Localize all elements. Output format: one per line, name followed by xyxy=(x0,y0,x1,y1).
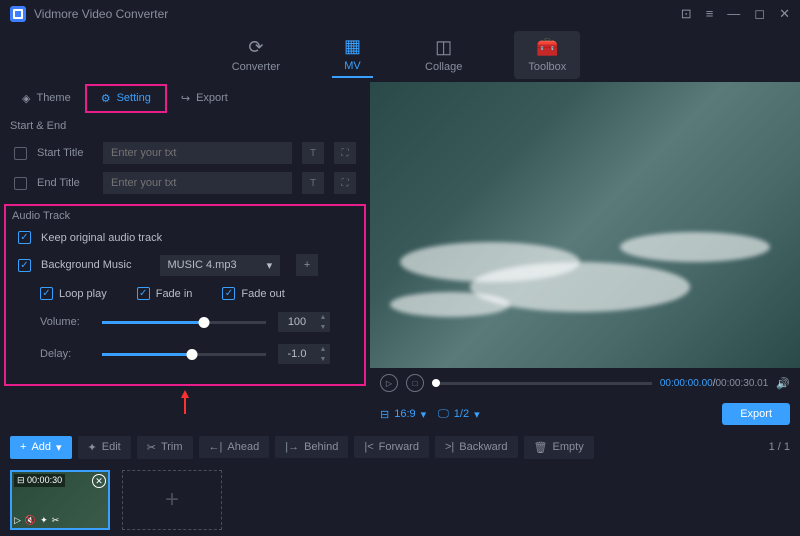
fade-out-checkbox[interactable] xyxy=(222,287,235,300)
edit-button[interactable]: ✦Edit xyxy=(78,436,131,459)
progress-bar[interactable] xyxy=(432,382,652,385)
start-title-expand-icon[interactable]: ⛶ xyxy=(334,142,356,164)
fade-out-label: Fade out xyxy=(241,288,284,300)
backward-icon: >| xyxy=(445,441,454,453)
stop-button[interactable]: □ xyxy=(406,374,424,392)
end-title-expand-icon[interactable]: ⛶ xyxy=(334,172,356,194)
remove-clip-button[interactable]: ✕ xyxy=(92,474,106,488)
export-button[interactable]: Export xyxy=(722,403,790,425)
start-title-checkbox[interactable] xyxy=(14,147,27,160)
tab-toolbox[interactable]: 🧰 Toolbox xyxy=(514,31,580,79)
maximize-icon[interactable]: ◻ xyxy=(754,6,765,22)
add-button[interactable]: + Add ▾ xyxy=(10,436,72,459)
start-title-font-icon[interactable]: T xyxy=(302,142,324,164)
end-title-font-icon[interactable]: T xyxy=(302,172,324,194)
trim-button[interactable]: ✂Trim xyxy=(137,436,193,459)
left-panel: ◈ Theme ⚙ Setting ↪ Export Start & End S… xyxy=(0,82,370,430)
theme-icon: ◈ xyxy=(22,92,30,105)
bg-music-label: Background Music xyxy=(41,259,132,271)
converter-icon: ⟳ xyxy=(248,37,263,58)
start-title-input[interactable] xyxy=(103,142,292,164)
chevron-down-icon: ▾ xyxy=(267,259,273,272)
loop-play-checkbox[interactable] xyxy=(40,287,53,300)
ahead-icon: ←| xyxy=(209,441,223,453)
volume-icon[interactable]: 🔊 xyxy=(776,377,790,390)
end-title-label: End Title xyxy=(37,177,93,189)
page-info: 1 / 1 xyxy=(769,441,790,453)
add-music-button[interactable]: + xyxy=(296,254,318,276)
forward-icon: |< xyxy=(364,441,373,453)
backward-button[interactable]: >|Backward xyxy=(435,436,518,458)
mv-icon: ▦ xyxy=(344,36,361,57)
fade-in-checkbox[interactable] xyxy=(137,287,150,300)
video-preview[interactable] xyxy=(370,82,800,368)
chevron-down-icon: ▾ xyxy=(421,408,427,421)
volume-up-icon[interactable]: ▲ xyxy=(316,312,330,322)
behind-button[interactable]: |→Behind xyxy=(275,436,348,458)
trash-icon: 🗑 xyxy=(534,441,548,454)
aspect-ratio-dropdown[interactable]: ⊟ 16:9 ▾ xyxy=(380,408,426,421)
thumbnail-strip: ⊟ 00:00:30 ✕ ▷ 🔇 ✦ ✂ + xyxy=(0,464,800,536)
feedback-icon[interactable]: ⊡ xyxy=(681,6,692,22)
annotation-arrow-icon xyxy=(0,386,370,418)
app-title: Vidmore Video Converter xyxy=(34,7,681,21)
bg-music-checkbox[interactable] xyxy=(18,259,31,272)
ahead-button[interactable]: ←|Ahead xyxy=(199,436,270,458)
audio-track-section: Audio Track Keep original audio track Ba… xyxy=(4,204,366,386)
display-icon: 🖵 xyxy=(438,408,449,421)
total-time: 00:00:30.01 xyxy=(715,378,768,389)
fade-in-label: Fade in xyxy=(156,288,193,300)
bottom-toolbar: + Add ▾ ✦Edit ✂Trim ←|Ahead |→Behind |<F… xyxy=(0,430,800,464)
minimize-icon[interactable]: ― xyxy=(727,6,740,22)
music-file-dropdown[interactable]: MUSIC 4.mp3 ▾ xyxy=(160,255,281,276)
current-time: 00:00:00.00 xyxy=(660,378,713,389)
delay-down-icon[interactable]: ▼ xyxy=(316,354,330,364)
end-title-checkbox[interactable] xyxy=(14,177,27,190)
behind-icon: |→ xyxy=(285,441,299,453)
clip-thumbnail[interactable]: ⊟ 00:00:30 ✕ ▷ 🔇 ✦ ✂ xyxy=(10,470,110,530)
delay-slider[interactable] xyxy=(102,353,266,356)
tab-mv[interactable]: ▦ MV xyxy=(332,32,373,78)
add-clip-button[interactable]: + xyxy=(122,470,222,530)
volume-label: Volume: xyxy=(40,316,90,328)
keep-original-label: Keep original audio track xyxy=(41,232,162,244)
audio-heading: Audio Track xyxy=(12,208,358,226)
start-end-heading: Start & End xyxy=(0,114,370,138)
subtab-theme[interactable]: ◈ Theme xyxy=(8,86,85,111)
delay-spinner[interactable]: -1.0 ▲ ▼ xyxy=(278,344,330,364)
volume-spinner[interactable]: 100 ▲ ▼ xyxy=(278,312,330,332)
export-icon: ↪ xyxy=(181,92,190,105)
forward-button[interactable]: |<Forward xyxy=(354,436,429,458)
keep-original-checkbox[interactable] xyxy=(18,231,31,244)
edit-icon: ✦ xyxy=(88,441,97,454)
volume-slider[interactable] xyxy=(102,321,266,324)
close-icon[interactable]: ✕ xyxy=(779,6,790,22)
zoom-dropdown[interactable]: 🖵 1/2 ▾ xyxy=(438,408,479,421)
volume-down-icon[interactable]: ▼ xyxy=(316,322,330,332)
chevron-down-icon: ▾ xyxy=(474,408,480,421)
gear-icon: ⚙ xyxy=(101,92,111,105)
end-title-input[interactable] xyxy=(103,172,292,194)
tab-collage[interactable]: ◫ Collage xyxy=(413,33,474,77)
delay-label: Delay: xyxy=(40,348,90,360)
delay-up-icon[interactable]: ▲ xyxy=(316,344,330,354)
empty-button[interactable]: 🗑Empty xyxy=(524,436,594,459)
toolbox-icon: 🧰 xyxy=(536,37,558,58)
start-title-label: Start Title xyxy=(37,147,93,159)
app-logo-icon xyxy=(10,6,26,22)
loop-play-label: Loop play xyxy=(59,288,107,300)
play-button[interactable]: ▷ xyxy=(380,374,398,392)
main-tabs: ⟳ Converter ▦ MV ◫ Collage 🧰 Toolbox xyxy=(0,28,800,82)
subtab-export[interactable]: ↪ Export xyxy=(167,86,242,111)
preview-panel: ▷ □ 00:00:00.00/00:00:30.01 🔊 ⊟ 16:9 ▾ 🖵… xyxy=(370,82,800,430)
collage-icon: ◫ xyxy=(435,37,452,58)
menu-icon[interactable]: ≡ xyxy=(706,6,714,22)
clip-duration: ⊟ 00:00:30 xyxy=(14,474,65,487)
tab-converter[interactable]: ⟳ Converter xyxy=(220,33,292,77)
aspect-icon: ⊟ xyxy=(380,408,389,421)
titlebar: Vidmore Video Converter ⊡ ≡ ― ◻ ✕ xyxy=(0,0,800,28)
subtab-setting[interactable]: ⚙ Setting xyxy=(85,84,167,113)
scissors-icon: ✂ xyxy=(147,441,156,454)
